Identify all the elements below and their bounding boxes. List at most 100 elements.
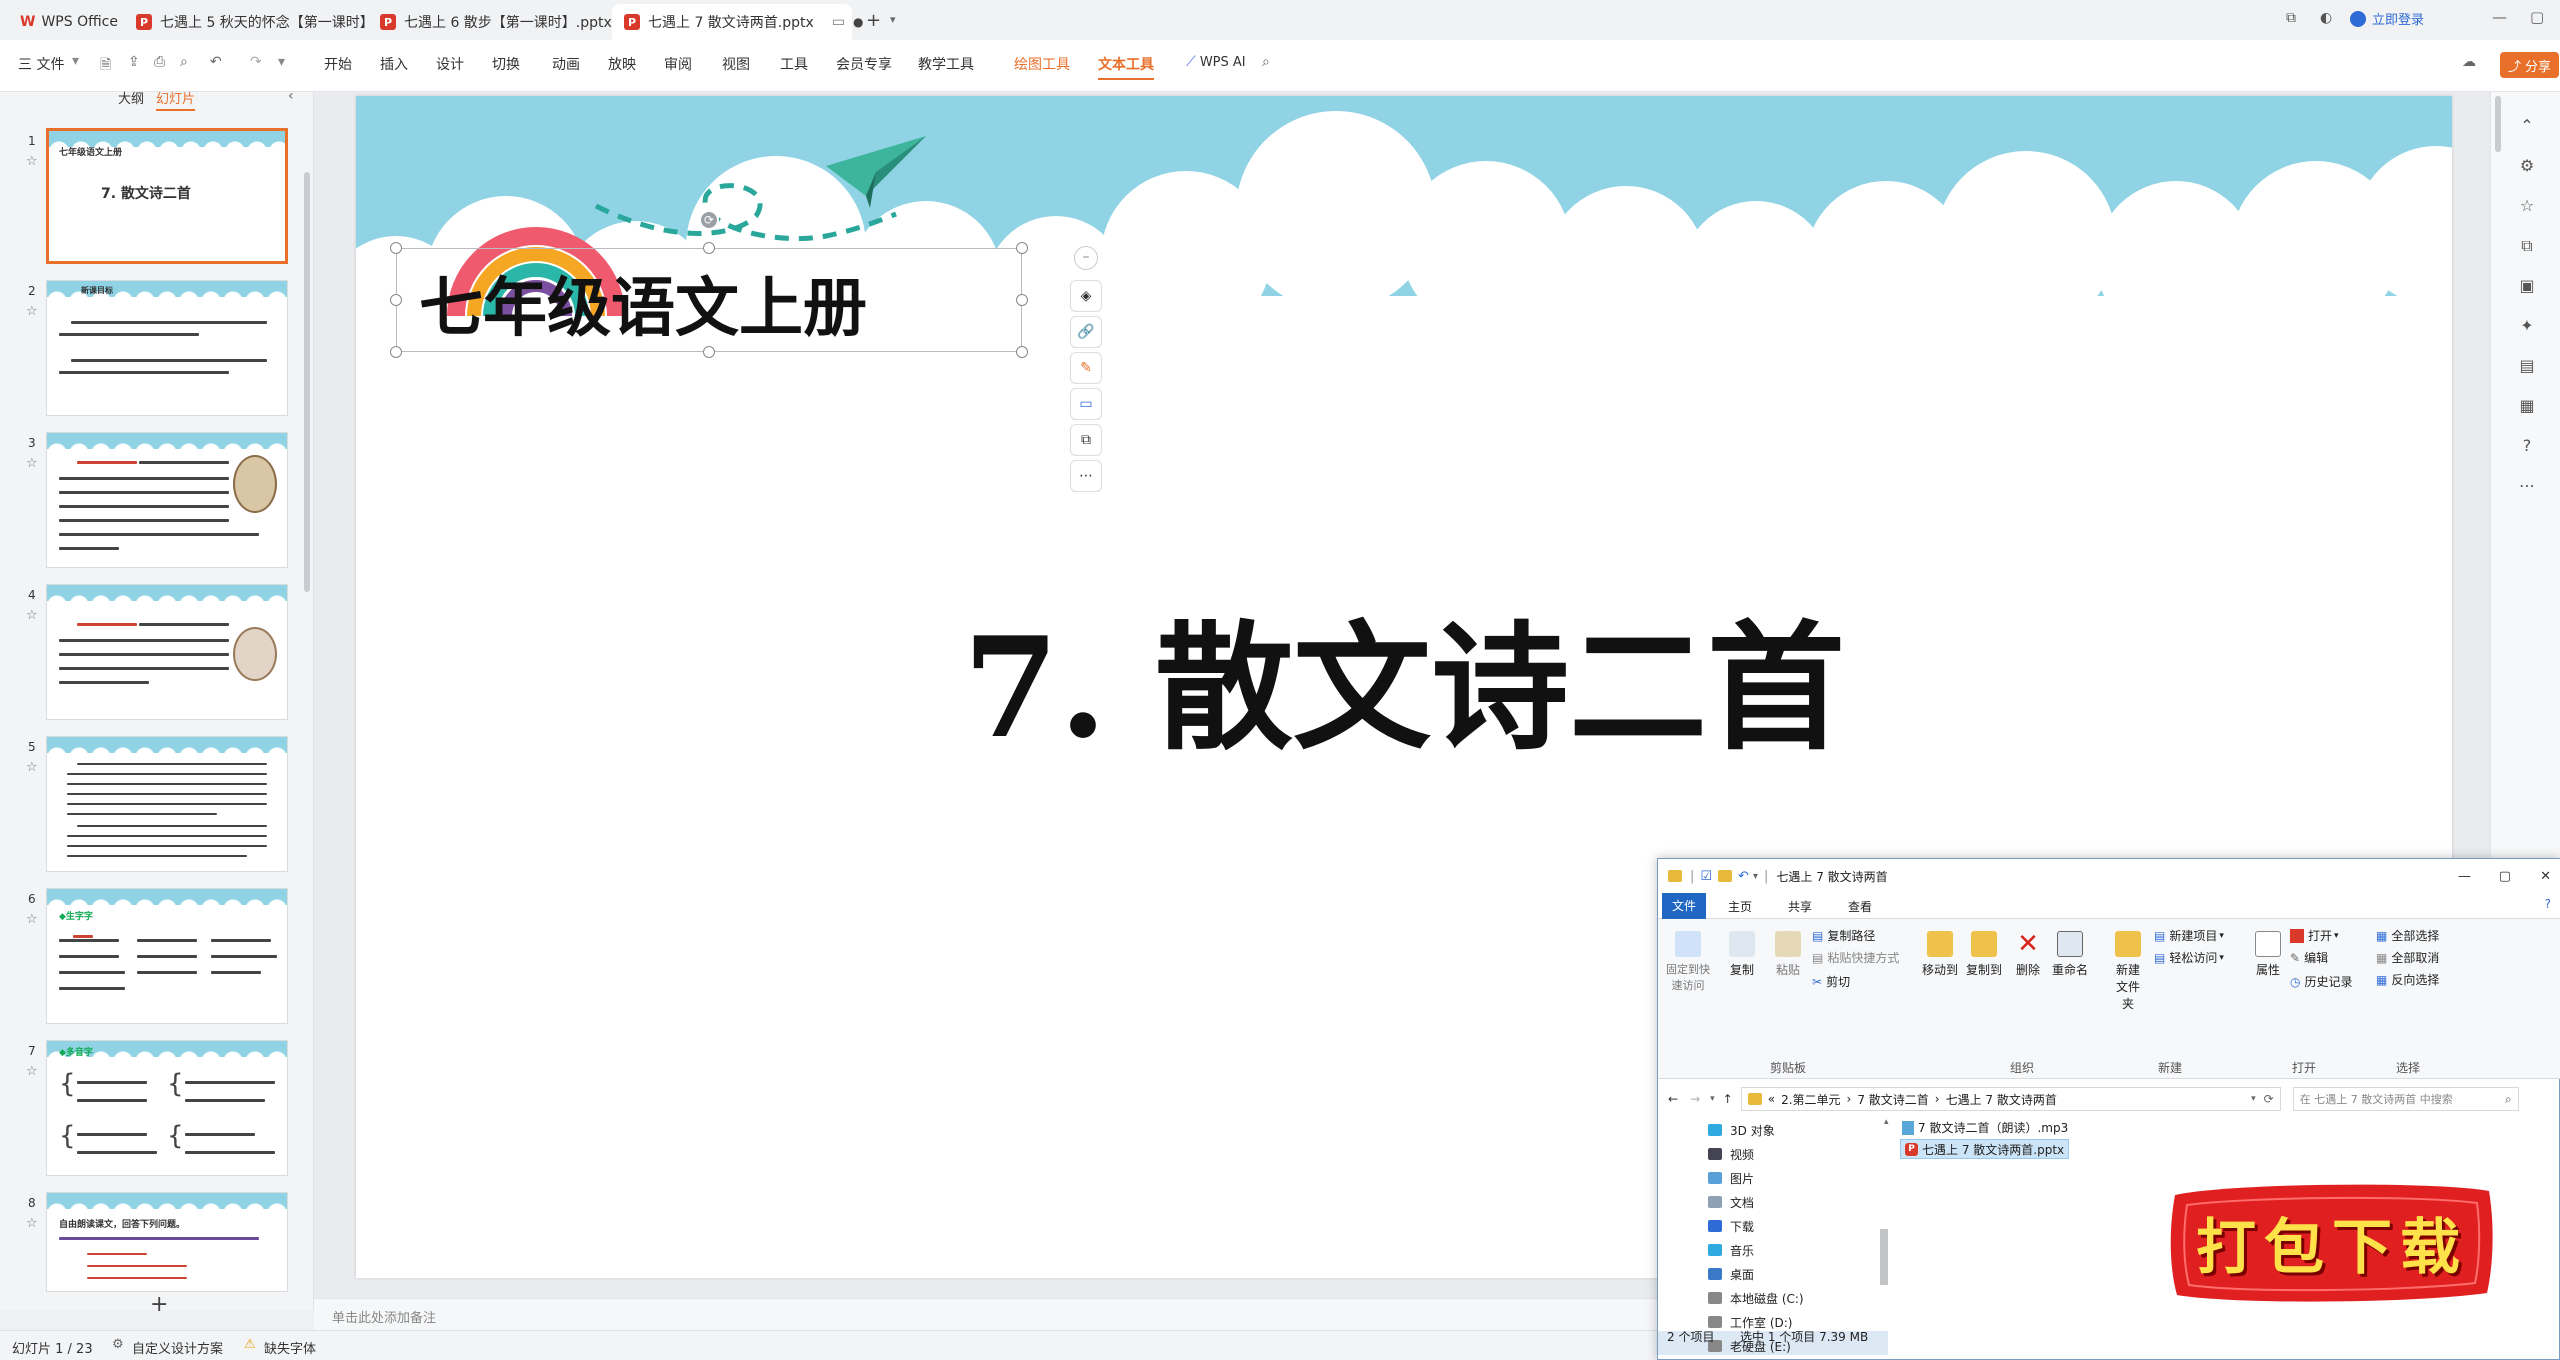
slide-thumbnail-2[interactable]: 新课目标 <box>46 280 288 416</box>
resize-handle[interactable] <box>1016 346 1028 358</box>
maximize-icon[interactable]: ▢ <box>2499 869 2511 884</box>
chevron-down-icon[interactable]: ▾ <box>1753 871 1758 882</box>
redo-icon[interactable]: ↷ <box>250 54 262 70</box>
notes-placeholder[interactable]: 单击此处添加备注 <box>332 1307 436 1326</box>
tab-slides[interactable]: 幻灯片 <box>156 88 196 111</box>
select-none-button[interactable]: ▦ 全部取消 <box>2376 949 2439 966</box>
export-icon[interactable]: ⇪ <box>128 54 140 70</box>
file-menu[interactable]: 三 文件 <box>18 54 64 74</box>
breadcrumb-item[interactable]: 七遇上 7 散文诗两首 <box>1946 1091 2057 1108</box>
tree-music[interactable]: 音乐 <box>1708 1239 1754 1261</box>
star-icon[interactable]: ☆ <box>26 154 38 169</box>
back-icon[interactable]: ← <box>1668 1092 1678 1106</box>
menu-text-tools[interactable]: 文本工具 <box>1098 54 1154 80</box>
pin-quick-access-button[interactable]: 固定到快速访问 <box>1666 931 1710 993</box>
breadcrumb-item[interactable]: « <box>1768 1092 1775 1106</box>
star-icon[interactable]: ☆ <box>26 1216 38 1231</box>
star-icon[interactable]: ☆ <box>26 1064 38 1079</box>
edit-button[interactable]: ✎ 编辑 <box>2290 949 2328 966</box>
magic-icon[interactable]: ✦ <box>2517 316 2537 336</box>
minimize-icon[interactable]: — <box>2492 8 2507 26</box>
copy-icon[interactable]: ⧉ <box>2517 236 2537 256</box>
undo-icon[interactable]: ↶ <box>1738 869 1749 884</box>
breadcrumb-item[interactable]: 7 散文诗二首 <box>1857 1091 1928 1108</box>
properties-icon[interactable]: ☑ <box>1700 869 1712 884</box>
theme-icon[interactable]: ◐ <box>2320 10 2332 26</box>
address-bar[interactable]: « 2.第二单元 › 7 散文诗二首 › 七遇上 7 散文诗两首 ▾ ⟳ <box>1740 1087 2281 1111</box>
tab-document-7[interactable]: P 七遇上 7 散文诗两首.pptx ▭ ● <box>612 4 864 40</box>
invert-selection-button[interactable]: ▦ 反向选择 <box>2376 971 2439 988</box>
rename-button[interactable]: 重命名 <box>2050 931 2090 978</box>
new-folder-icon[interactable] <box>1718 870 1733 882</box>
window-icon[interactable]: ⧉ <box>2286 10 2296 26</box>
menu-member[interactable]: 会员专享 <box>836 54 892 74</box>
rotate-handle-icon[interactable]: ⟳ <box>699 210 719 230</box>
select-all-button[interactable]: ▦ 全部选择 <box>2376 927 2439 944</box>
search-box[interactable]: 在 七遇上 7 散文诗两首 中搜索 ⌕ <box>2292 1087 2519 1111</box>
paste-button[interactable]: 粘贴 <box>1770 931 1806 978</box>
menu-slideshow[interactable]: 放映 <box>608 54 636 74</box>
save-icon[interactable]: 🗎 <box>100 54 111 78</box>
slide-thumbnail-8[interactable]: 自由朗读课文，回答下列问题。 <box>46 1192 288 1292</box>
resize-handle[interactable] <box>390 294 402 306</box>
link-icon[interactable]: 🔗 <box>1070 316 1102 348</box>
minimize-icon[interactable]: — <box>2458 869 2471 884</box>
tab-dot-icon[interactable]: ● <box>853 15 863 29</box>
collapse-icon[interactable]: ‹ <box>288 88 294 104</box>
new-folder-button[interactable]: 新建文件夹 <box>2106 931 2150 1012</box>
slide-thumbnail-3[interactable] <box>46 432 288 568</box>
menu-review[interactable]: 审阅 <box>664 54 692 74</box>
star-icon[interactable]: ☆ <box>26 456 38 471</box>
chevron-down-icon[interactable]: ▾ <box>1710 1094 1715 1104</box>
new-tab-icon[interactable]: + <box>866 10 881 31</box>
forward-icon[interactable]: → <box>1690 1092 1700 1106</box>
print-icon[interactable]: ⎙ <box>154 54 165 70</box>
tab-document-5[interactable]: P 七遇上 5 秋天的怀念【第一课时】 ✕ <box>124 4 408 40</box>
scrollbar[interactable] <box>2495 96 2501 152</box>
menu-home[interactable]: 开始 <box>324 54 352 74</box>
star-icon[interactable]: ☆ <box>26 608 38 623</box>
collapse-icon[interactable]: – <box>1074 246 1098 270</box>
history-button[interactable]: ◷ 历史记录 <box>2290 973 2353 990</box>
header-textbox[interactable]: 七年级语文上册 <box>396 248 1022 352</box>
menu-design[interactable]: 设计 <box>436 54 464 74</box>
undo-icon[interactable]: ↶ <box>210 54 222 70</box>
properties-button[interactable]: 属性 <box>2252 931 2284 978</box>
maximize-icon[interactable]: ▢ <box>2530 8 2544 26</box>
slide-thumbnail-4[interactable] <box>46 584 288 720</box>
tree-3d-objects[interactable]: 3D 对象 <box>1708 1119 1775 1141</box>
chevron-down-icon[interactable]: ▾ <box>278 54 285 70</box>
tree-scrollbar[interactable] <box>1880 1229 1888 1285</box>
crop-icon[interactable]: ⧉ <box>1070 424 1102 456</box>
tree-pictures[interactable]: 图片 <box>1708 1167 1754 1189</box>
chevron-up-icon[interactable]: ⌃ <box>2517 116 2537 136</box>
menu-view[interactable]: 视图 <box>722 54 750 74</box>
ribbon-tab-share[interactable]: 共享 <box>1788 898 1812 915</box>
tree-desktop[interactable]: 桌面 <box>1708 1263 1754 1285</box>
chevron-up-icon[interactable]: ▴ <box>1884 1117 1889 1127</box>
download-badge[interactable]: 打包下载 <box>2167 1177 2497 1307</box>
star-icon[interactable]: ☆ <box>26 304 38 319</box>
image-icon[interactable]: ▣ <box>2517 276 2537 296</box>
more-icon[interactable]: ⋯ <box>2517 476 2537 496</box>
custom-design-button[interactable]: 自定义设计方案 <box>132 1338 223 1357</box>
wps-ai-button[interactable]: ⟋ WPS AI <box>1186 54 1246 70</box>
easy-access-button[interactable]: ▤ 轻松访问 ▾ <box>2154 949 2224 966</box>
ribbon-tab-file[interactable]: 文件 <box>1662 893 1706 919</box>
resize-handle[interactable] <box>390 242 402 254</box>
fill-icon[interactable]: ✎ <box>1070 352 1102 384</box>
tree-videos[interactable]: 视频 <box>1708 1143 1754 1165</box>
header-text[interactable]: 七年级语文上册 <box>419 257 867 349</box>
up-icon[interactable]: ↑ <box>1723 1092 1733 1106</box>
menu-insert[interactable]: 插入 <box>380 54 408 74</box>
menu-animations[interactable]: 动画 <box>552 54 580 74</box>
ribbon-tab-home[interactable]: 主页 <box>1728 898 1752 915</box>
cloud-sync-icon[interactable]: ☁ <box>2462 54 2476 70</box>
slide-thumbnail-7[interactable]: ◆多音字 { { { { <box>46 1040 288 1176</box>
new-item-button[interactable]: ▤ 新建项目 ▾ <box>2154 927 2224 944</box>
tree-drive-c[interactable]: 本地磁盘 (C:) <box>1708 1287 1804 1309</box>
slide-thumbnail-5[interactable] <box>46 736 288 872</box>
tab-document-6[interactable]: P 七遇上 6 散步【第一课时】.pptx ✕ <box>368 4 646 40</box>
layout-icon[interactable]: ▦ <box>2517 396 2537 416</box>
resize-handle[interactable] <box>1016 294 1028 306</box>
